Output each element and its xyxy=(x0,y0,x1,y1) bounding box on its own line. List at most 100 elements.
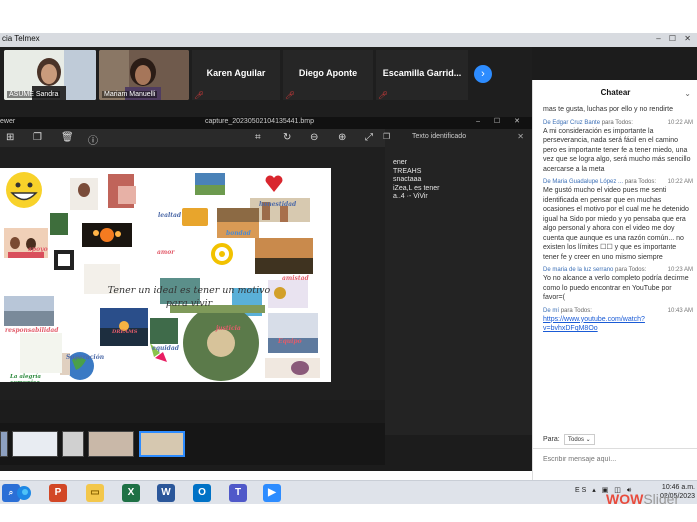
youtube-link[interactable]: https://www.youtube.com/watch?v=bvhxDFqM… xyxy=(543,316,645,333)
participant-name: ASUME Sandra xyxy=(7,91,61,98)
collage-word: DREAMS xyxy=(112,329,138,335)
image-viewer-title-bar: ewer capture_20230502104135441.bmp – ☐ ✕ xyxy=(0,117,532,129)
chat-message-meta: De maria de la luz serrano para Todos: 1… xyxy=(543,267,693,273)
collage-word: La alegría comunica felicidad xyxy=(10,374,41,382)
chat-sender: De maria de la luz serrano xyxy=(543,267,614,273)
collage-word: responsabilidad xyxy=(5,327,59,334)
chat-sender: De Maria Guadalupe López ... xyxy=(543,179,624,185)
watermark-main: WOW xyxy=(606,491,644,507)
chat-time: 10:22 AM xyxy=(667,119,693,126)
thumbnail[interactable] xyxy=(88,431,134,457)
chat-sender: De Edgar Cruz Bante xyxy=(543,119,601,126)
zoom-out-icon[interactable]: ⊖ xyxy=(310,132,318,143)
ocr-panel-title: Texto identificado xyxy=(412,133,467,140)
chat-message-meta: De mí para Todos: 10:43 AM xyxy=(543,308,693,314)
recipient-dropdown[interactable]: Todos ⌄ xyxy=(564,434,595,445)
windows-taskbar: ⌕ P ▭ X W O T ▶ ES ▴ ▣ ◫ 🔊︎ 10:46 a.m. 0… xyxy=(0,480,697,504)
participant-name: Mariam Manuelli xyxy=(102,91,158,98)
ocr-line: ener xyxy=(393,159,408,166)
thumbnail[interactable] xyxy=(0,431,8,457)
teams-icon[interactable]: T xyxy=(229,484,247,502)
participant-tile-3[interactable]: Karen Aguilar 🎤︎ xyxy=(192,50,280,100)
word-icon[interactable]: W xyxy=(157,484,175,502)
collage-main-phrase: Tener un ideal es tener un motivo para v… xyxy=(104,284,274,310)
edge-icon[interactable] xyxy=(15,484,33,502)
text-recognition-icon: ❐ xyxy=(383,132,391,141)
participant-name: Karen Aguilar xyxy=(206,68,266,78)
values-collage-image: lealtad honestidad apoyo bondad amor ami… xyxy=(0,168,331,382)
collage-word: honestidad xyxy=(259,201,297,208)
watermark-rest: Slider xyxy=(643,491,680,507)
fullscreen-icon[interactable]: ⤢ xyxy=(365,132,373,143)
ocr-text-panel: ❐ Texto identificado ✕ ener TREAHS snact… xyxy=(383,129,532,435)
ocr-line: snactaaa xyxy=(393,176,422,183)
chat-panel: Chatear ⌄ mas te gusta, luchas por ello … xyxy=(532,80,697,480)
ocr-line: iZea,L es tener xyxy=(393,184,440,192)
collage-word: lealtad xyxy=(158,212,182,219)
viewer-app-label: ewer xyxy=(0,118,16,125)
thumbnail-strip xyxy=(0,423,385,465)
ocr-line: a..4 ·- ViVir xyxy=(393,193,428,200)
chat-time: 10:43 AM xyxy=(667,307,693,314)
thumbnail-selected[interactable] xyxy=(139,431,185,457)
chat-message-list[interactable]: mas te gusta, luchas por ello y no rendi… xyxy=(543,104,693,429)
language-indicator[interactable]: ES xyxy=(575,487,588,494)
participant-video-1[interactable]: ASUME Sandra xyxy=(4,50,96,100)
chat-time: 10:23 AM xyxy=(667,267,693,273)
mic-muted-icon: 🎤︎ xyxy=(194,91,205,100)
chat-message-input[interactable] xyxy=(543,452,691,466)
chat-message: De maria de la luz serrano para Todos: 1… xyxy=(543,267,693,303)
divider xyxy=(533,448,697,449)
chat-message: mas te gusta, luchas por ello y no rendi… xyxy=(543,105,693,115)
chat-message-meta: De Edgar Cruz Bante para Todos: 10:22 AM xyxy=(543,120,693,126)
chat-message-text: Me gustó mucho el video pues me senti id… xyxy=(543,187,689,261)
participant-tile-5[interactable]: Escamilla Garrid... 🎤︎ xyxy=(376,50,468,100)
chat-recipient: para Todos: xyxy=(601,119,633,126)
ocr-text: ener TREAHS snactaaa iZea,L es tener a..… xyxy=(393,159,439,202)
zoom-in-icon[interactable]: ⊕ xyxy=(338,132,346,143)
chat-message-text: https://www.youtube.com/watch?v=bvhxDFqM… xyxy=(543,315,693,334)
file-explorer-icon[interactable]: ▭ xyxy=(86,484,104,502)
collage-word: equidad xyxy=(152,345,179,352)
chat-sender: De mí xyxy=(543,307,560,314)
viewer-window-controls[interactable]: – ☐ ✕ xyxy=(476,117,526,125)
thumbnail[interactable] xyxy=(62,431,84,457)
participant-name: Diego Aponte xyxy=(298,68,358,78)
crop-icon[interactable]: ⌗ xyxy=(255,132,261,143)
participant-name: Escamilla Garrid... xyxy=(382,68,462,78)
outlook-icon[interactable]: O xyxy=(193,484,211,502)
gallery-icon[interactable]: ⊞ xyxy=(6,132,14,143)
ocr-line: TREAHS xyxy=(393,167,422,175)
next-page-arrow-icon[interactable]: › xyxy=(474,65,492,83)
window-controls[interactable]: – ☐ ✕ xyxy=(656,34,694,43)
collage-phrase-line: Tener un ideal es tener un motivo xyxy=(107,285,271,296)
delete-icon[interactable]: 🗑︎ xyxy=(61,132,74,143)
chevron-down-icon[interactable]: ⌄ xyxy=(684,89,691,98)
zoom-icon[interactable]: ▶ xyxy=(263,484,281,502)
chat-message: De Edgar Cruz Bante para Todos: 10:22 AM… xyxy=(543,120,693,175)
window-title-bar: cia Telmex – ☐ ✕ xyxy=(0,33,697,47)
rotate-icon[interactable]: ↻ xyxy=(283,132,291,143)
chat-message-text: A mi consideración es importante la pers… xyxy=(543,127,691,173)
chat-message-text: mas te gusta, luchas por ello y no rendi… xyxy=(543,106,673,113)
chat-message-meta: De Maria Guadalupe López ... para Todos:… xyxy=(543,179,693,185)
chat-message: De Maria Guadalupe López ... para Todos:… xyxy=(543,179,693,262)
viewer-filename: capture_20230502104135441.bmp xyxy=(205,118,314,125)
info-icon[interactable]: ⓘ xyxy=(88,132,98,147)
chat-message-text: Yo no alcance a verlo completo podría de… xyxy=(543,275,689,301)
chat-title: Chatear xyxy=(600,88,631,97)
participant-video-2[interactable]: Mariam Manuelli xyxy=(99,50,189,100)
window-title: cia Telmex xyxy=(2,34,40,43)
mic-muted-icon: 🎤︎ xyxy=(285,91,296,100)
participants-strip: ASUME Sandra Mariam Manuelli Karen Aguil… xyxy=(0,47,532,117)
chat-recipient: para Todos: xyxy=(560,307,592,314)
participant-tile-4[interactable]: Diego Aponte 🎤︎ xyxy=(283,50,373,100)
collage-phrase-line: para vivir xyxy=(165,298,213,309)
copy-icon[interactable]: ❐ xyxy=(33,132,42,143)
viewer-toolbar: ⊞ ❐ 🗑︎ ⓘ ⌗ ↻ ⊖ ⊕ ⤢ xyxy=(0,129,385,147)
excel-icon[interactable]: X xyxy=(122,484,140,502)
powerpoint-icon[interactable]: P xyxy=(49,484,67,502)
thumbnail[interactable] xyxy=(12,431,58,457)
close-icon[interactable]: ✕ xyxy=(517,132,524,141)
collage-word: Equipo xyxy=(278,338,302,345)
